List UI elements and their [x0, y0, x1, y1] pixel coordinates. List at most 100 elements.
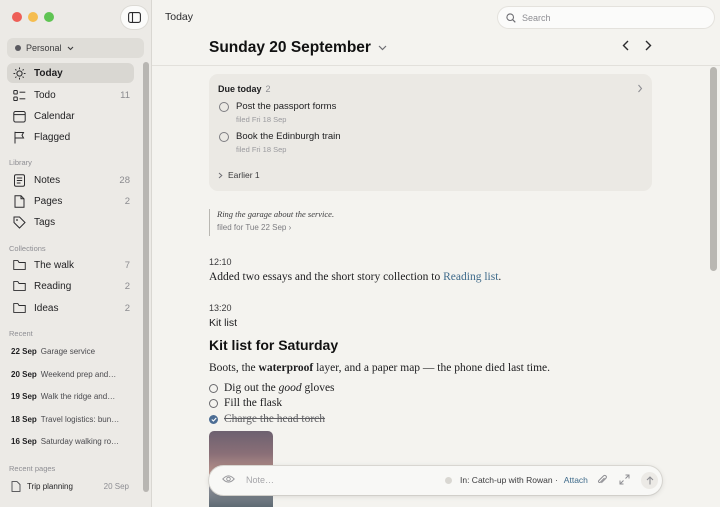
sidebar-item-reading[interactable]: Reading 2 [7, 276, 134, 296]
recent-page-title: Trip planning [27, 482, 73, 491]
sidebar-item-label: Flagged [34, 131, 71, 143]
task-filed-date: filed Fri 18 Sep [236, 115, 287, 124]
tag-icon [13, 216, 26, 229]
checklist-item: Charge the head torch [209, 413, 325, 425]
paragraph-text: Boots, the [209, 362, 259, 374]
note-input[interactable]: Note… [246, 475, 274, 485]
date-navigation [622, 40, 652, 51]
sidebar-scrollbar[interactable] [143, 62, 149, 492]
zoom-window-button[interactable] [44, 12, 54, 22]
earlier-toggle[interactable]: Earlier 1 [218, 170, 260, 180]
task-checkbox[interactable] [219, 102, 229, 112]
sidebar-item-the-walk[interactable]: The walk 7 [7, 255, 134, 275]
recent-item-date: 22 Sep [11, 347, 37, 356]
date-title[interactable]: Sunday 20 September [209, 39, 387, 57]
checklist-icon [13, 89, 26, 101]
sidebar-item-label: The walk [34, 259, 75, 271]
sidebar-icon [128, 12, 141, 23]
workspace-label: Personal [26, 43, 62, 53]
pages-icon [14, 194, 25, 208]
recent-page-item[interactable]: Trip planning 20 Sep [11, 481, 129, 492]
window-title: Today [165, 11, 194, 23]
section-label-recent: Recent [9, 329, 33, 338]
sidebar-toggle-button[interactable] [121, 6, 148, 29]
reminder-text: Ring the garage about the service. [217, 209, 335, 219]
chevron-right-icon [218, 172, 223, 178]
arrow-up-icon [646, 476, 653, 485]
task-checkbox[interactable] [219, 132, 229, 142]
workspace-switcher[interactable]: Personal [7, 38, 144, 58]
sidebar-item-today[interactable]: Today [7, 63, 134, 83]
recent-item[interactable]: 22 Sep Garage service [11, 347, 129, 356]
entry-time: 13:20 [209, 303, 232, 313]
recent-item[interactable]: 19 Sep Walk the ridge and… [11, 392, 129, 401]
sidebar-item-label: Ideas [34, 302, 59, 314]
sidebar-item-todo[interactable]: Todo 11 [7, 85, 134, 105]
entry-text-end: . [498, 271, 502, 283]
chevron-left-icon[interactable] [622, 40, 630, 51]
paragraph-bold: waterproof [258, 362, 314, 374]
recent-item[interactable]: 18 Sep Travel logistics: bun… [11, 415, 129, 424]
sidebar-item-count: 2 [124, 195, 130, 207]
entry-heading: Kit list [209, 317, 238, 329]
search-field[interactable]: Search [498, 7, 714, 28]
folder-icon [13, 303, 26, 313]
attach-link[interactable]: Attach [564, 475, 588, 485]
entry-subheading: Kit list for Saturday [209, 337, 339, 353]
checklist-checkbox[interactable] [209, 398, 218, 408]
checkmark-icon [210, 417, 217, 422]
sidebar-item-ideas[interactable]: Ideas 2 [7, 298, 134, 318]
sidebar-item-count: 11 [120, 89, 130, 101]
context-label[interactable]: In: Catch-up with Rowan · [460, 475, 558, 485]
sidebar-item-tags[interactable]: Tags [7, 212, 134, 232]
date-label: Sunday 20 September [209, 39, 371, 56]
task-title[interactable]: Post the passport forms [236, 101, 336, 112]
due-today-header[interactable]: Due today 2 [218, 84, 271, 94]
main-scrollbar[interactable] [710, 67, 717, 271]
sidebar: Personal Today Todo 11 Calendar Flagged … [0, 0, 152, 507]
sun-icon [13, 67, 26, 79]
sidebar-item-count: 28 [119, 174, 130, 186]
due-count: 2 [265, 84, 271, 94]
sidebar-item-pages[interactable]: Pages 2 [7, 191, 134, 211]
recent-item-title: Travel logistics: bun… [40, 415, 120, 424]
recent-item-title: Saturday walking ro… [40, 437, 120, 446]
reminder-quote: Ring the garage about the service. filed… [209, 209, 334, 236]
reminder-filed-link[interactable]: filed for Tue 22 Sep › [217, 223, 334, 232]
task-title[interactable]: Book the Edinburgh train [236, 131, 341, 142]
sidebar-item-label: Today [34, 67, 63, 79]
sidebar-item-flagged[interactable]: Flagged [7, 127, 134, 147]
recent-item-title: Weekend prep and… [40, 370, 117, 379]
recent-item[interactable]: 16 Sep Saturday walking ro… [11, 437, 129, 446]
recent-item[interactable]: 20 Sep Weekend prep and… [11, 370, 129, 379]
checklist-label: Fill the flask [224, 397, 283, 409]
recent-item-date: 18 Sep [11, 415, 37, 424]
folder-icon [13, 281, 26, 291]
eye-icon[interactable] [222, 474, 235, 484]
chevron-right-icon[interactable] [644, 40, 652, 51]
minimize-window-button[interactable] [28, 12, 38, 22]
sidebar-item-notes[interactable]: Notes 28 [7, 170, 134, 190]
paperclip-icon[interactable] [597, 474, 607, 486]
calendar-icon [13, 110, 26, 122]
sidebar-item-calendar[interactable]: Calendar [7, 106, 134, 126]
folder-icon [13, 260, 26, 270]
recent-item-date: 19 Sep [11, 392, 37, 401]
checklist-checkbox[interactable] [209, 383, 218, 393]
recent-item-title: Walk the ridge and… [40, 392, 116, 401]
chevron-right-icon[interactable] [637, 84, 643, 93]
send-button[interactable] [641, 472, 658, 489]
context-dot-icon [445, 476, 452, 484]
reading-list-link[interactable]: Reading list [443, 271, 498, 283]
entry-text: Added two essays and the short story col… [209, 271, 501, 283]
checklist-label: Dig out the good gloves [224, 382, 335, 394]
due-title: Due today [218, 84, 262, 94]
recent-item-title: Garage service [40, 347, 96, 356]
sidebar-item-label: Notes [34, 174, 61, 186]
expand-icon[interactable] [619, 474, 630, 485]
section-label-recent-pages: Recent pages [9, 464, 56, 473]
close-window-button[interactable] [12, 12, 22, 22]
composer-context: In: Catch-up with Rowan · Attach [445, 475, 588, 485]
checklist-checkbox-checked[interactable] [209, 414, 218, 424]
sidebar-item-count: 7 [124, 259, 130, 271]
